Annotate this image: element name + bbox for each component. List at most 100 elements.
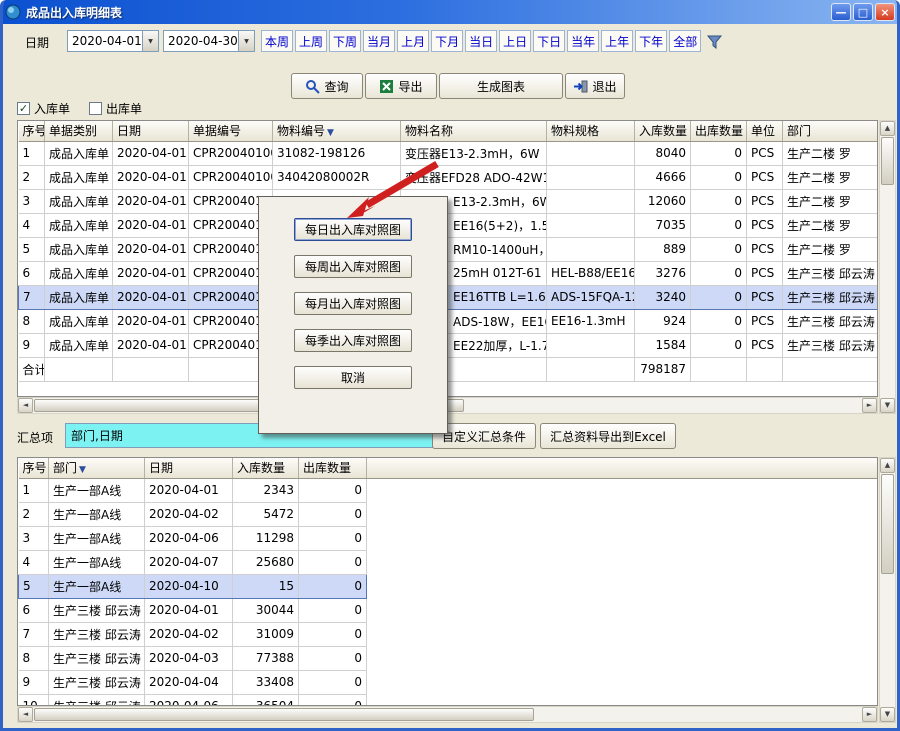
inbound-label: 入库单 bbox=[34, 100, 70, 117]
scroll-right-icon[interactable]: ► bbox=[862, 707, 877, 722]
dialog-button-2[interactable]: 每月出入库对照图 bbox=[294, 292, 412, 315]
funnel-icon bbox=[706, 33, 724, 51]
column-header[interactable]: 序号 bbox=[19, 458, 49, 478]
range-button-10[interactable]: 上年 bbox=[601, 30, 633, 52]
column-header[interactable]: 单据编号 bbox=[189, 121, 273, 141]
scroll-left-icon[interactable]: ◄ bbox=[18, 398, 33, 413]
scroll-down-icon[interactable]: ▼ bbox=[880, 707, 895, 722]
table-row[interactable]: 7生产三楼 邱云涛2020-04-02310090 bbox=[19, 622, 878, 646]
inbound-checkbox[interactable]: ✓ bbox=[17, 102, 30, 115]
column-header[interactable]: 日期 bbox=[145, 458, 233, 478]
exit-button[interactable]: 退出 bbox=[565, 73, 625, 99]
query-label: 查询 bbox=[324, 78, 348, 95]
table-row[interactable]: 1生产一部A线2020-04-0123430 bbox=[19, 478, 878, 502]
dialog-button-3[interactable]: 每季出入库对照图 bbox=[294, 329, 412, 352]
column-header[interactable]: 物料编号▼ bbox=[273, 121, 401, 141]
column-header[interactable]: 单位 bbox=[747, 121, 783, 141]
date-from-select[interactable]: 2020-04-01 ▼ bbox=[67, 30, 159, 52]
main-vertical-scrollbar[interactable]: ▲ ▼ bbox=[879, 120, 896, 414]
column-header[interactable]: 部门▼ bbox=[49, 458, 145, 478]
column-header[interactable]: 物料名称 bbox=[401, 121, 547, 141]
table-row[interactable]: 2成品入库单2020-04-01CPR20040100334042080002R… bbox=[19, 165, 878, 189]
excel-icon bbox=[379, 79, 394, 94]
inbound-filter[interactable]: ✓ 入库单 bbox=[17, 100, 70, 117]
dialog-button-0[interactable]: 每日出入库对照图 bbox=[294, 218, 412, 241]
range-button-5[interactable]: 下月 bbox=[431, 30, 463, 52]
total-row: 合计798187 bbox=[19, 357, 878, 381]
scrollbar-thumb[interactable] bbox=[881, 474, 894, 574]
window-title: 成品出入库明细表 bbox=[26, 4, 826, 21]
dialog-button-4[interactable]: 取消 bbox=[294, 366, 412, 389]
dialog-button-1[interactable]: 每周出入库对照图 bbox=[294, 255, 412, 278]
scrollbar-thumb[interactable] bbox=[881, 137, 894, 185]
table-row[interactable]: 9成品入库单2020-04-01CPR200401EE22加厚，L-1.75m1… bbox=[19, 333, 878, 357]
range-button-4[interactable]: 上月 bbox=[397, 30, 429, 52]
table-row[interactable]: 5生产一部A线2020-04-10150 bbox=[19, 574, 878, 598]
bottom-vertical-scrollbar[interactable]: ▲ ▼ bbox=[879, 457, 896, 723]
column-header[interactable]: 序号 bbox=[19, 121, 45, 141]
main-table-header-row: 序号单据类别日期单据编号物料编号▼物料名称物料规格入库数量出库数量单位部门 bbox=[19, 121, 878, 141]
table-row[interactable]: 3成品入库单2020-04-01CPR200401E13-2.3mH，6W（12… bbox=[19, 189, 878, 213]
table-row[interactable]: 7成品入库单2020-04-01CPR200401EE16TTB L=1.65m… bbox=[19, 285, 878, 309]
column-header[interactable]: 出库数量 bbox=[299, 458, 367, 478]
chevron-down-icon[interactable]: ▼ bbox=[238, 31, 254, 51]
app-window: 成品出入库明细表 — □ × 日期 2020-04-01 ▼ 2020-04-3… bbox=[0, 0, 900, 731]
column-header[interactable]: 出库数量 bbox=[691, 121, 747, 141]
range-button-7[interactable]: 上日 bbox=[499, 30, 531, 52]
range-button-6[interactable]: 当日 bbox=[465, 30, 497, 52]
summary-export-excel-button[interactable]: 汇总资料导出到Excel bbox=[540, 423, 676, 449]
maximize-button[interactable]: □ bbox=[853, 3, 873, 21]
range-button-3[interactable]: 当月 bbox=[363, 30, 395, 52]
query-button[interactable]: 查询 bbox=[291, 73, 363, 99]
minimize-button[interactable]: — bbox=[831, 3, 851, 21]
table-row[interactable]: 9生产三楼 邱云涛2020-04-04334080 bbox=[19, 670, 878, 694]
range-button-9[interactable]: 当年 bbox=[567, 30, 599, 52]
range-button-8[interactable]: 下日 bbox=[533, 30, 565, 52]
table-row[interactable]: 6成品入库单2020-04-01CPR20040125mH 012T-61HEL… bbox=[19, 261, 878, 285]
range-button-11[interactable]: 下年 bbox=[635, 30, 667, 52]
bottom-horizontal-scrollbar[interactable]: ◄ ► bbox=[17, 706, 878, 723]
title-bar: 成品出入库明细表 — □ × bbox=[0, 0, 900, 24]
exit-label: 退出 bbox=[592, 78, 616, 95]
filter-button[interactable] bbox=[702, 30, 728, 53]
table-row[interactable]: 3生产一部A线2020-04-06112980 bbox=[19, 526, 878, 550]
table-row[interactable]: 4生产一部A线2020-04-07256800 bbox=[19, 550, 878, 574]
outbound-filter[interactable]: 出库单 bbox=[89, 100, 142, 117]
table-row[interactable]: 5成品入库单2020-04-01CPR200401RM10-1400uH，158… bbox=[19, 237, 878, 261]
scroll-down-icon[interactable]: ▼ bbox=[880, 398, 895, 413]
table-row[interactable]: 8成品入库单2020-04-01CPR200401ADS-18W，EE16+EE… bbox=[19, 309, 878, 333]
app-icon bbox=[5, 4, 21, 20]
column-header[interactable]: 入库数量 bbox=[233, 458, 299, 478]
column-header[interactable] bbox=[367, 458, 878, 478]
table-row[interactable]: 1成品入库单2020-04-01CPR20040100331082-198126… bbox=[19, 141, 878, 165]
scroll-up-icon[interactable]: ▲ bbox=[880, 121, 895, 136]
table-row[interactable]: 4成品入库单2020-04-01CPR200401EE16(5+2)，1.5mH… bbox=[19, 213, 878, 237]
table-row[interactable]: 2生产一部A线2020-04-0254720 bbox=[19, 502, 878, 526]
sort-desc-icon: ▼ bbox=[79, 465, 86, 475]
summary-label: 汇总项 bbox=[17, 429, 53, 446]
range-button-0[interactable]: 本周 bbox=[261, 30, 293, 52]
range-button-12[interactable]: 全部 bbox=[669, 30, 701, 52]
column-header[interactable]: 入库数量 bbox=[635, 121, 691, 141]
outbound-checkbox[interactable] bbox=[89, 102, 102, 115]
sort-desc-icon: ▼ bbox=[327, 128, 334, 138]
scrollbar-thumb[interactable] bbox=[34, 708, 534, 721]
range-button-2[interactable]: 下周 bbox=[329, 30, 361, 52]
generate-chart-button[interactable]: 生成图表 bbox=[439, 73, 563, 99]
range-button-1[interactable]: 上周 bbox=[295, 30, 327, 52]
table-row[interactable]: 6生产三楼 邱云涛2020-04-01300440 bbox=[19, 598, 878, 622]
date-to-select[interactable]: 2020-04-30 ▼ bbox=[163, 30, 255, 52]
table-row[interactable]: 8生产三楼 邱云涛2020-04-03773880 bbox=[19, 646, 878, 670]
column-header[interactable]: 部门 bbox=[783, 121, 878, 141]
column-header[interactable]: 单据类别 bbox=[45, 121, 113, 141]
chevron-down-icon[interactable]: ▼ bbox=[142, 31, 158, 51]
column-header[interactable]: 物料规格 bbox=[547, 121, 635, 141]
column-header[interactable]: 日期 bbox=[113, 121, 189, 141]
export-button[interactable]: 导出 bbox=[365, 73, 437, 99]
scroll-up-icon[interactable]: ▲ bbox=[880, 458, 895, 473]
close-button[interactable]: × bbox=[875, 3, 895, 21]
date-from-value: 2020-04-01 bbox=[72, 34, 142, 48]
scroll-right-icon[interactable]: ► bbox=[862, 398, 877, 413]
scroll-left-icon[interactable]: ◄ bbox=[18, 707, 33, 722]
table-row[interactable]: 10生产三楼 邱云涛2020-04-06365040 bbox=[19, 694, 878, 706]
